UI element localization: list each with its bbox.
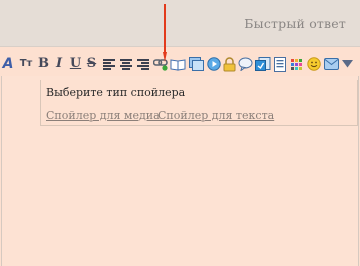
quote-bubble-icon[interactable] [238,56,253,72]
align-center-icon[interactable] [119,56,132,72]
align-right-icon[interactable] [136,56,149,72]
smiley-icon[interactable] [306,56,321,72]
spoiler-media-option[interactable]: Спойлер для медиа [46,109,160,122]
bold-icon[interactable]: B [38,56,49,72]
code-icon[interactable] [255,56,271,72]
list-icon[interactable] [273,56,286,72]
quick-reply-header: Быстрый ответ [0,0,360,46]
quick-reply-title: Быстрый ответ [244,16,346,31]
font-size-icon[interactable]: Tт [18,56,34,72]
spoiler-menu-title: Выберите тип спойлера [46,86,186,99]
lock-icon[interactable] [222,56,236,72]
header-divider [0,46,360,47]
spoiler-book-icon[interactable] [170,56,186,72]
underline-icon[interactable]: U [70,56,81,72]
image-icon[interactable] [188,56,204,72]
more-dropdown-icon[interactable] [341,56,353,72]
media-play-icon[interactable] [206,56,221,72]
color-palette-icon[interactable] [290,56,302,72]
red-arrow-annotation [163,4,167,62]
italic-icon[interactable]: I [54,56,64,72]
editor-toolbar: A Tт B I U S [0,54,360,76]
quick-reply-panel: Быстрый ответ A Tт B I U S Выберите тип … [0,0,360,266]
strikethrough-icon[interactable]: S [86,56,97,72]
mail-icon[interactable] [323,56,339,72]
font-color-icon[interactable]: A [2,56,14,72]
align-left-icon[interactable] [102,56,115,72]
spoiler-text-option[interactable]: Спойлер для текста [158,109,274,122]
spoiler-type-menu: Выберите тип спойлера Спойлер для медиа … [40,80,358,126]
